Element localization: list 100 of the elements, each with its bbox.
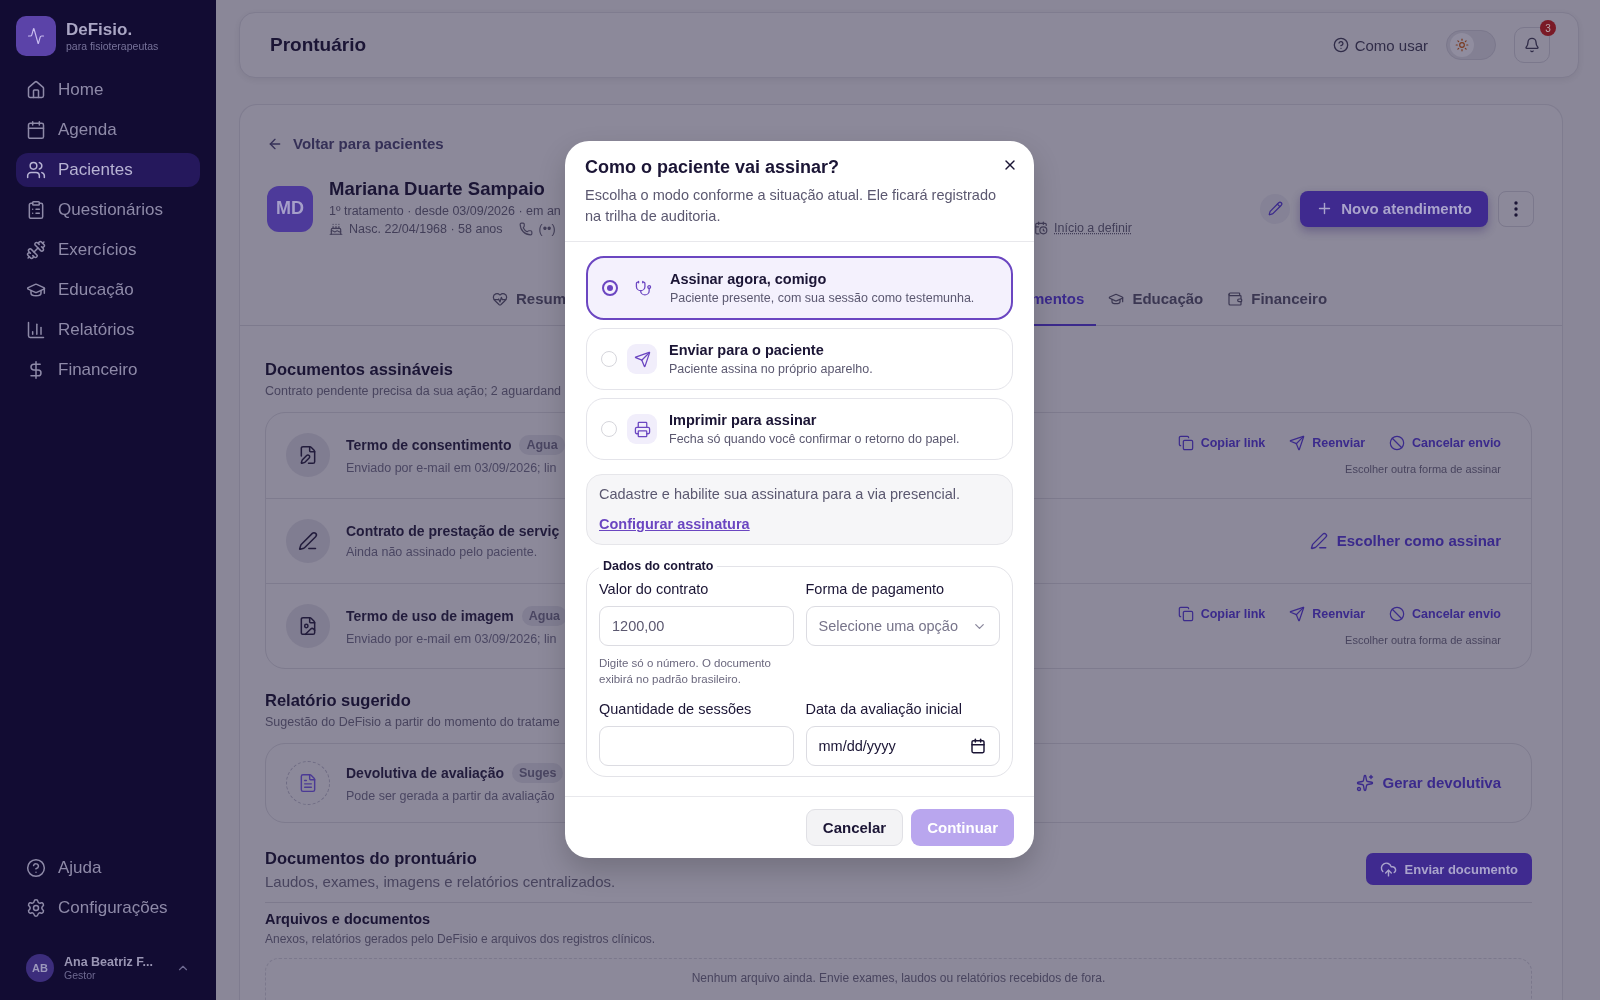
action-link[interactable]: Copiar link [1177, 435, 1266, 451]
nav-item[interactable]: Pacientes [16, 153, 200, 187]
nav-item[interactable]: Configurações [16, 891, 200, 925]
action-link[interactable]: Cancelar envio [1389, 435, 1501, 451]
select-field[interactable]: Selecione uma opção [805, 606, 1000, 646]
fieldset-legend: Dados do contrato [599, 559, 718, 573]
text-field[interactable]: 1200,00 [599, 606, 794, 646]
sign-option[interactable]: Assinar agora, comigo Paciente presente, com sua sessão como testemunha. [586, 256, 1013, 320]
help-link[interactable]: Como usar [1332, 36, 1428, 54]
more-icon [1514, 200, 1518, 217]
nav-item[interactable]: Agenda [16, 113, 200, 147]
text-field[interactable] [599, 726, 794, 766]
new-appointment-button[interactable]: Novo atendimento [1300, 190, 1488, 227]
notification-count: 3 [1540, 20, 1556, 36]
generate-link[interactable]: Gerar devolutiva [1355, 773, 1501, 792]
start-date-link[interactable]: Início a definir [1034, 220, 1132, 235]
pen-icon [298, 530, 318, 551]
section-title: Relatório sugerido [265, 690, 411, 710]
birth-date: Nasc. 22/04/1968 · 58 anos [349, 221, 503, 236]
ban-icon [1389, 605, 1406, 622]
section-subtitle: Laudos, exames, imagens e relatórios centralizados. [265, 872, 616, 890]
nav-item[interactable]: Exercícios [16, 233, 200, 267]
user-avatar: AB [26, 954, 54, 982]
document-title: Termo de uso de imagem [346, 607, 514, 624]
alternative-link[interactable]: Escolher outra forma de assinar [1345, 463, 1501, 475]
ban-icon [1389, 435, 1406, 451]
send-icon [1289, 605, 1306, 622]
status-badge: Agua [521, 605, 568, 626]
action-link[interactable]: Reenviar [1289, 435, 1366, 451]
user-name: Ana Beatriz F... [64, 955, 154, 969]
section-subtitle: Contrato pendente precisa da sua ação; 2 aguardand [265, 383, 562, 398]
help-icon [26, 858, 46, 878]
brand-tagline: para fisioterapeutas [66, 40, 159, 52]
nav-item[interactable]: Questionários [16, 193, 200, 227]
heart-pulse-icon [492, 290, 508, 307]
empty-state-text: Nenhum arquivo ainda. Envie exames, laudos ou relatórios recebidos de fora. [265, 957, 1532, 1000]
document-detail: Enviado por e-mail em 03/09/2026; lin [346, 461, 557, 475]
help-icon [1332, 37, 1349, 53]
calendar-clock-icon [1034, 220, 1048, 235]
field-label: Quantidade de sessões [599, 701, 752, 717]
radio[interactable] [602, 280, 618, 296]
file-pen-icon [298, 445, 318, 465]
sign-option[interactable]: Enviar para o paciente Paciente assina no próprio aparelho. [586, 328, 1013, 390]
configure-link[interactable]: Configurar assinatura [599, 516, 750, 532]
nav-item[interactable]: Relatórios [16, 313, 200, 347]
copy-icon [1177, 435, 1194, 451]
calendar-icon[interactable] [970, 738, 986, 754]
subsection-subtitle: Anexos, relatórios gerados pelo DeFisio e arquivos dos registros clínicos. [265, 931, 656, 946]
edit-button[interactable] [1260, 193, 1291, 224]
settings-icon [26, 898, 46, 918]
dumbbell-icon [26, 240, 46, 260]
status-badge: Agua [519, 435, 565, 455]
option-title: Assinar agora, comigo [670, 271, 828, 287]
bar-chart-icon [26, 320, 46, 340]
document-title: Contrato de prestação de serviç [346, 522, 560, 539]
users-icon [26, 160, 46, 180]
tab[interactable]: Resum [480, 283, 579, 326]
option-detail: Fecha só quando você confirmar o retorno do papel. [669, 432, 960, 446]
stethoscope-icon [634, 279, 652, 297]
status-badge: Suges [511, 762, 564, 783]
tab[interactable]: Financeiro [1215, 283, 1340, 326]
choose-link[interactable]: Escolher como assinar [1309, 531, 1501, 550]
document-icon [298, 772, 318, 793]
copy-icon [1177, 605, 1194, 622]
printer-icon [633, 420, 651, 438]
phone-number: (••) [538, 221, 556, 236]
field-label: Valor do contrato [599, 581, 709, 597]
more-button[interactable] [1498, 190, 1534, 227]
action-link[interactable]: Cancelar envio [1389, 605, 1501, 622]
nav-item[interactable]: Educação [16, 273, 200, 307]
nav-item[interactable]: Ajuda [16, 851, 200, 885]
pen-icon [1309, 531, 1328, 550]
cancel-button[interactable]: Cancelar [805, 809, 904, 846]
nav-item[interactable]: Financeiro [16, 353, 200, 387]
tab[interactable]: Educação [1096, 283, 1216, 326]
alternative-link[interactable]: Escolher outra forma de assinar [1345, 633, 1501, 646]
calendar-icon [26, 120, 46, 140]
patient-avatar: MD [267, 185, 313, 232]
action-link[interactable]: Copiar link [1177, 605, 1266, 622]
field-hint: Digite só o número. O documento exibirá no padrão brasileiro. [599, 656, 772, 687]
upload-button[interactable]: Enviar documento [1365, 853, 1532, 885]
document-detail: Ainda não assinado pelo paciente. [346, 544, 538, 559]
option-title: Imprimir para assinar [669, 412, 818, 428]
document-title: Termo de consentimento [346, 437, 512, 453]
sign-option[interactable]: Imprimir para assinar Fecha só quando você confirmar o retorno do papel. [586, 398, 1013, 460]
date-field[interactable]: mm/dd/yyyy [805, 726, 1000, 766]
patient-name: Mariana Duarte Sampaio [329, 177, 545, 200]
page-title: Prontuário [270, 34, 368, 56]
back-link[interactable]: Voltar para pacientes [267, 135, 444, 152]
patient-summary: 1º tratamento · desde 03/09/2026 · em an [329, 203, 561, 218]
action-link[interactable]: Reenviar [1289, 605, 1366, 622]
wallet-icon [1227, 290, 1244, 307]
nav-item[interactable]: Home [16, 73, 200, 107]
document-detail: Pode ser gerada a partir da avaliação [346, 788, 555, 803]
user-role: Gestor [64, 969, 97, 981]
cloud-upload-icon [1379, 860, 1397, 878]
theme-toggle[interactable] [1446, 30, 1496, 60]
send-icon [1289, 435, 1306, 451]
bell-icon [1524, 37, 1540, 53]
phone-icon [518, 221, 533, 236]
